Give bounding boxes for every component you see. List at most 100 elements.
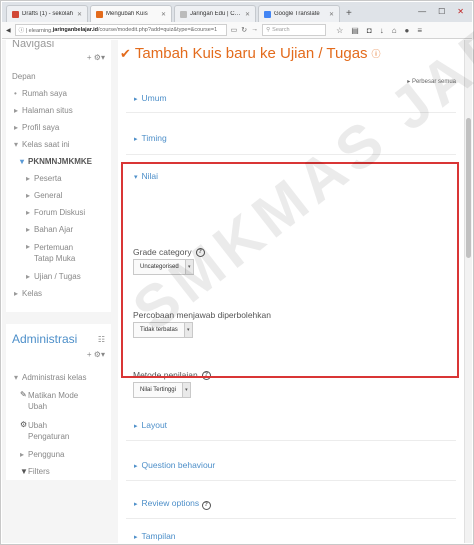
section-timing[interactable]: ▸ Timing [134, 133, 167, 143]
nav-item-kelas-saat-ini[interactable]: ▾ Kelas saat ini [6, 136, 111, 153]
chevron-right-icon: ▸ [26, 174, 31, 183]
navigation-block: Navigasi + ⚙▾ Depan • Rumah saya ▸ Halaman… [6, 40, 111, 312]
nav-item-label: PKNMNJMKMKE [28, 157, 92, 166]
section-label: Question behaviour [141, 460, 216, 470]
url-prefix: ⓘ | elearning. [18, 28, 53, 34]
chevron-down-icon: ▾ [20, 157, 25, 166]
expand-all-label: Perbesar semua [411, 79, 456, 85]
expand-all-link[interactable]: ▸ Perbesar semua [407, 78, 456, 85]
section-label: Tampilan [141, 531, 176, 541]
sync-icon[interactable]: ● [405, 26, 410, 35]
new-tab-button[interactable]: + [342, 8, 356, 22]
search-placeholder: Search [272, 27, 290, 33]
nilai-section-highlight [121, 162, 459, 378]
nav-item-ujian-tugas[interactable]: ▸ Ujian / Tugas [6, 268, 111, 285]
close-window-icon[interactable]: ✕ [457, 7, 464, 16]
grading-method-select[interactable]: Nilai Tertinggi ▾ [133, 382, 191, 398]
select-value: Nilai Tertinggi [140, 387, 176, 393]
block-controls[interactable]: + ⚙▾ [6, 350, 111, 363]
admin-item-filters[interactable]: ▼Filters [6, 463, 111, 480]
section-umum[interactable]: ▸ Umum [134, 93, 167, 103]
nav-item-general[interactable]: ▸ General [6, 187, 111, 204]
nav-item-depan[interactable]: Depan [6, 66, 111, 85]
nav-item-halaman-situs[interactable]: ▸ Halaman situs [6, 102, 111, 119]
nav-item-profil-saya[interactable]: ▸ Profil saya [6, 119, 111, 136]
chevron-right-icon: ▸ [134, 501, 138, 508]
browser-tab-jaringan-edu[interactable]: Jaringan Edu | ContentM ✕ [174, 5, 256, 22]
administration-block-title: Administrasi ☷ [6, 324, 111, 350]
menu-icon[interactable]: ≡ [417, 26, 422, 35]
nav-item-label: Depan [12, 72, 36, 81]
bookmark-star-icon[interactable]: ☆ [336, 26, 343, 35]
close-tab-icon[interactable]: ✕ [77, 11, 82, 18]
chevron-right-icon: ▸ [14, 289, 19, 298]
chevron-down-icon: ▾ [14, 373, 19, 382]
maximize-icon[interactable]: ☐ [438, 7, 445, 16]
nav-item-kelas[interactable]: ▸ Kelas [6, 285, 111, 312]
admin-item-matikan-mode-ubah[interactable]: ✎Matikan Mode Ubah [6, 386, 111, 416]
help-icon[interactable]: ? [201, 500, 211, 510]
browser-tab-drafts[interactable]: Drafts (1) - sekolah ✕ [6, 5, 88, 22]
scrollbar-thumb[interactable] [466, 118, 471, 258]
reader-view-icon[interactable]: ▭ [231, 26, 238, 34]
nav-item-label: Ujian / Tugas [34, 272, 81, 281]
tab-title: Drafts (1) - sekolah [22, 11, 74, 17]
home-icon[interactable]: ⌂ [392, 26, 397, 35]
back-icon[interactable]: ◀ [6, 27, 11, 34]
nav-item-course[interactable]: ▾ PKNMNJMKMKE [6, 153, 111, 170]
chevron-right-icon: ▸ [134, 423, 138, 430]
nav-item-rumah-saya[interactable]: • Rumah saya [6, 85, 111, 102]
address-actions: ▭ ↻ → [231, 26, 259, 34]
section-label: Timing [141, 133, 167, 143]
page-title-text: Tambah Kuis baru ke Ujian / Tugas [134, 45, 368, 62]
admin-item-label: Filters [28, 467, 50, 476]
nav-item-label: Bahan Ajar [34, 225, 74, 234]
nav-item-label: General [34, 191, 63, 200]
navigation-block-title: Navigasi [12, 40, 55, 50]
library-icon[interactable]: ▤ [351, 26, 359, 35]
pocket-icon[interactable]: ◘ [367, 26, 372, 35]
nav-item-peserta[interactable]: ▸ Peserta [6, 170, 111, 187]
tab-title: Mengubah Kuis [106, 11, 148, 17]
administration-title-text: Administrasi [12, 332, 78, 346]
section-tampilan[interactable]: ▸ Tampilan [134, 531, 176, 541]
admin-item-pengguna[interactable]: ▸ Pengguna [6, 446, 111, 463]
nav-item-bahan-ajar[interactable]: ▸ Bahan Ajar [6, 221, 111, 238]
download-icon[interactable]: ↓ [380, 26, 384, 35]
divider [126, 518, 456, 519]
close-tab-icon[interactable]: ✕ [329, 11, 334, 18]
address-bar[interactable]: ⓘ | elearning. jaringanbelajar.id/course/… [14, 24, 227, 36]
nav-item-label: Profil saya [22, 123, 60, 132]
search-bar[interactable]: ⚲ Search [262, 24, 327, 36]
block-controls[interactable]: + ⚙▾ [6, 53, 111, 66]
nav-item-pertemuan-tatap-muka[interactable]: ▸ Pertemuan Tatap Muka [6, 238, 111, 268]
admin-item-label: Matikan Mode Ubah [28, 391, 79, 411]
chevron-right-icon: ▸ [134, 463, 138, 470]
bullet-icon: • [14, 89, 17, 98]
nav-item-forum-diskusi[interactable]: ▸ Forum Diskusi [6, 204, 111, 221]
section-label: Umum [141, 93, 167, 103]
dock-block-icon[interactable]: ☷ [98, 335, 105, 344]
chevron-right-icon: ▸ [26, 191, 31, 200]
url-domain: jaringanbelajar.id [52, 27, 99, 33]
tab-bar: Drafts (1) - sekolah ✕ Mengubah Kuis ✕ J… [2, 2, 472, 22]
help-icon[interactable]: ⓘ [372, 47, 381, 60]
admin-item-ubah-pengaturan[interactable]: ⚙Ubah Pengaturan [6, 416, 111, 446]
browser-tab-google-translate[interactable]: Google Translate ✕ [258, 5, 340, 22]
browser-tab-mengubah-kuis[interactable]: Mengubah Kuis ✕ [90, 5, 172, 22]
close-tab-icon[interactable]: ✕ [161, 11, 166, 18]
section-layout[interactable]: ▸ Layout [134, 420, 167, 430]
reload-icon[interactable]: ↻ [241, 26, 247, 34]
forward-icon[interactable]: → [251, 26, 258, 34]
nav-item-label: Kelas saat ini [22, 140, 70, 149]
chevron-right-icon: ▸ [26, 208, 31, 217]
gear-icon: ⚙ [20, 420, 28, 429]
chevron-right-icon: ▸ [14, 123, 19, 132]
close-tab-icon[interactable]: ✕ [245, 11, 250, 18]
minimize-icon[interactable]: — [418, 7, 426, 16]
admin-item-administrasi-kelas[interactable]: ▾ Administrasi kelas [6, 363, 111, 386]
page-scrollbar[interactable] [464, 40, 472, 543]
section-question-behaviour[interactable]: ▸ Question behaviour [134, 460, 215, 470]
chevron-right-icon: ▸ [26, 242, 31, 251]
section-review-options[interactable]: ▸ Review options ? [134, 498, 211, 510]
